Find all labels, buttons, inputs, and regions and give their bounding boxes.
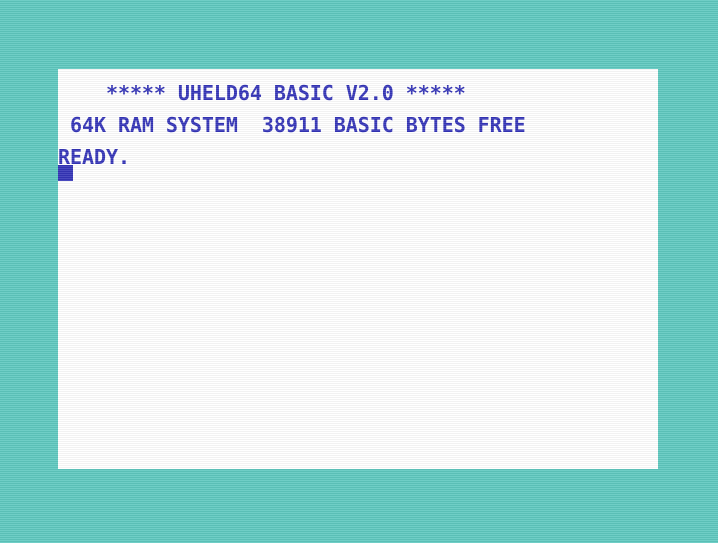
banner-line: ***** UHELD64 BASIC V2.0 ***** [58,81,466,105]
basic-screen[interactable]: ***** UHELD64 BASIC V2.0 ***** 64K RAM S… [58,69,658,469]
text-cursor [58,165,73,181]
memory-info-line: 64K RAM SYSTEM 38911 BASIC BYTES FREE [58,113,526,137]
ready-prompt: READY. [58,145,130,169]
